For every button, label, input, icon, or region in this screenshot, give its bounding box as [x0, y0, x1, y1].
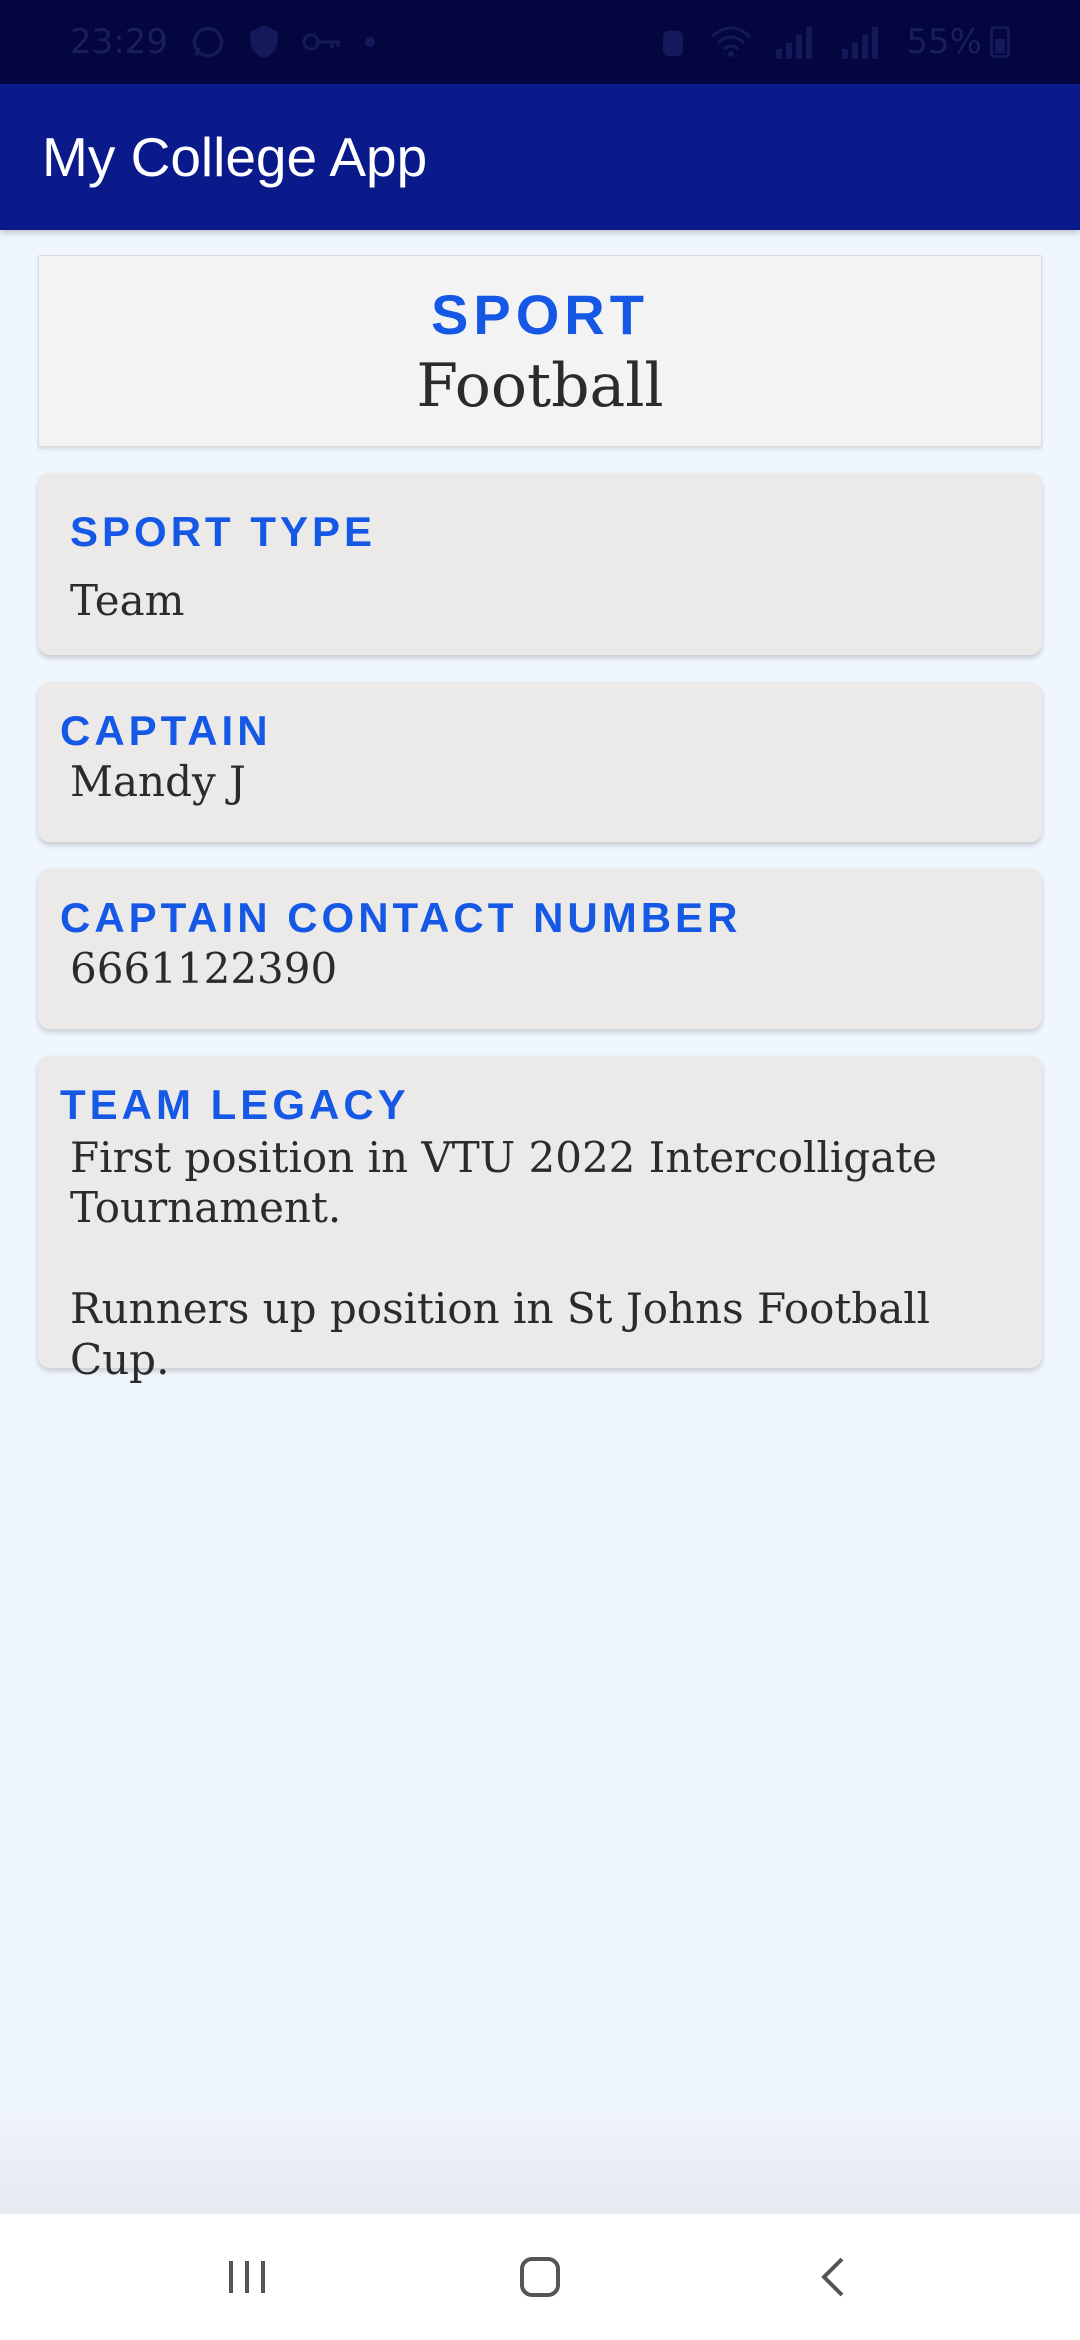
- dot-icon: [364, 36, 376, 48]
- recent-apps-icon: [228, 2261, 265, 2293]
- status-left: 23:29: [70, 22, 376, 62]
- wifi-icon: [710, 25, 752, 59]
- app-bar: My College App: [0, 84, 1080, 230]
- home-icon: [519, 2257, 560, 2297]
- team-legacy-label: TEAM LEGACY: [60, 1081, 410, 1128]
- app-title: My College App: [42, 126, 428, 188]
- home-button[interactable]: [490, 2227, 590, 2327]
- back-button[interactable]: [783, 2227, 883, 2327]
- captain-contact-value: 6661122390: [70, 944, 338, 993]
- battery-indicator: 55%: [906, 22, 1010, 62]
- status-bar: 23:29 55%: [0, 0, 1080, 84]
- back-icon: [821, 2257, 844, 2297]
- sport-type-label: SPORT TYPE: [70, 508, 377, 555]
- key-icon: [302, 30, 342, 54]
- signal-icon: [840, 25, 884, 59]
- signal-icon: [774, 25, 818, 59]
- sport-type-card: SPORT TYPE Team: [38, 473, 1042, 655]
- captain-contact-card: CAPTAIN CONTACT NUMBER 6661122390: [38, 869, 1042, 1029]
- captain-card: CAPTAIN Mandy J: [38, 682, 1042, 842]
- sport-details: SPORT Football SPORT TYPE Team CAPTAIN M…: [38, 255, 1042, 1395]
- sport-label: SPORT: [431, 282, 649, 346]
- team-legacy-card: TEAM LEGACY First position in VTU 2022 I…: [38, 1056, 1042, 1384]
- sport-type-value: Team: [70, 576, 185, 625]
- system-nav-bar: [0, 2214, 1080, 2340]
- sport-header-card: SPORT Football: [38, 255, 1042, 447]
- battery-percent: 55%: [906, 22, 982, 62]
- captain-label: CAPTAIN: [60, 707, 272, 754]
- battery-icon: [990, 26, 1010, 58]
- captain-contact-label: CAPTAIN CONTACT NUMBER: [60, 894, 742, 941]
- bottom-fade: [0, 2100, 1080, 2214]
- status-right: 55%: [658, 22, 1010, 62]
- recent-apps-button[interactable]: [197, 2227, 297, 2327]
- alarm-icon: [658, 25, 688, 59]
- whatsapp-icon: [190, 24, 226, 60]
- status-time: 23:29: [70, 22, 168, 62]
- captain-value: Mandy J: [70, 757, 246, 806]
- sport-name: Football: [416, 350, 664, 421]
- shield-icon: [248, 24, 280, 60]
- team-legacy-value: First position in VTU 2022 Intercolligat…: [70, 1133, 937, 1384]
